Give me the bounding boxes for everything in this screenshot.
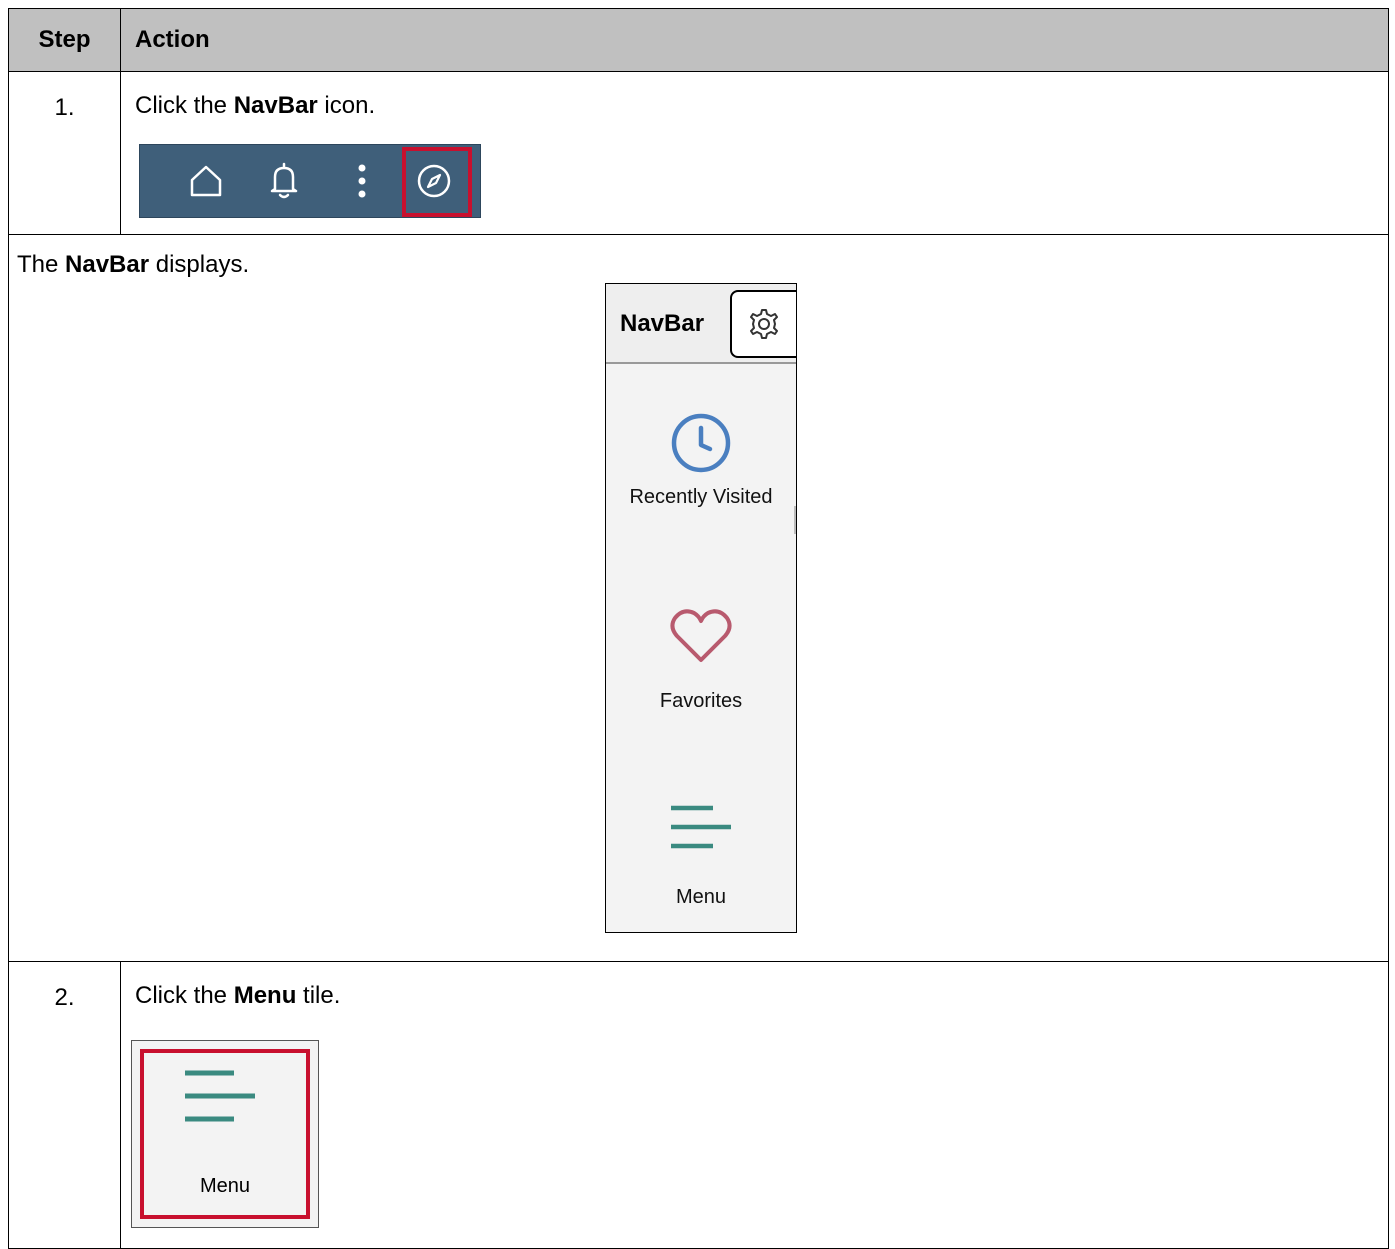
navbar-header: NavBar bbox=[606, 284, 796, 364]
navbar-item-label: Menu bbox=[675, 886, 727, 908]
instruction-text: Click the bbox=[135, 982, 234, 1009]
navbar-item-favorites[interactable]: Favorites bbox=[606, 606, 796, 713]
home-icon[interactable] bbox=[176, 145, 236, 217]
divider bbox=[794, 506, 796, 534]
navbar-item-recently-visited[interactable]: Recently Visited bbox=[606, 412, 796, 509]
action-header: Action bbox=[120, 8, 1389, 72]
info-text: The NavBar displays. bbox=[9, 235, 1388, 279]
step-row-2: 2. Click the Menu tile. Menu bbox=[8, 961, 1389, 1249]
navbar-item-label: Favorites bbox=[659, 690, 743, 712]
highlight-box bbox=[402, 147, 472, 217]
info-row: The NavBar displays. NavBar Recently Vis… bbox=[8, 234, 1389, 962]
instruction-text: Click the bbox=[135, 92, 234, 119]
navbar-item-label: Recently Visited bbox=[629, 486, 773, 508]
instruction-text: icon. bbox=[317, 92, 376, 119]
step-number: 2. bbox=[8, 961, 121, 1249]
instruction-bold-term: NavBar bbox=[233, 92, 318, 119]
table-header-row: Step Action bbox=[8, 8, 1389, 72]
step-action-cell: Click the NavBar icon. bbox=[120, 71, 1389, 235]
highlight-box bbox=[140, 1049, 310, 1219]
info-text-part: The bbox=[17, 251, 66, 278]
heart-icon bbox=[606, 606, 796, 664]
step-number: 1. bbox=[8, 71, 121, 235]
info-bold-term: NavBar bbox=[65, 251, 150, 278]
menu-lines-icon bbox=[606, 804, 796, 850]
procedure-table: Step Action 1. Click the NavBar icon. Th… bbox=[8, 8, 1389, 1249]
clock-icon bbox=[606, 412, 796, 474]
header-toolbar bbox=[139, 144, 481, 218]
step-instruction: Click the NavBar icon. bbox=[121, 72, 1388, 120]
navbar-item-menu[interactable]: Menu bbox=[606, 804, 796, 909]
more-vertical-icon[interactable] bbox=[332, 145, 392, 217]
step-action-cell: Click the Menu tile. Menu bbox=[120, 961, 1389, 1249]
navbar-title: NavBar bbox=[620, 310, 705, 337]
step-row-1: 1. Click the NavBar icon. bbox=[8, 71, 1389, 235]
step-header: Step bbox=[8, 8, 121, 72]
menu-tile[interactable]: Menu bbox=[131, 1040, 319, 1228]
instruction-bold-term: Menu bbox=[233, 982, 297, 1009]
step-instruction: Click the Menu tile. bbox=[121, 962, 1388, 1010]
info-cell: The NavBar displays. NavBar Recently Vis… bbox=[8, 234, 1389, 962]
bell-icon[interactable] bbox=[254, 145, 314, 217]
info-text-part: displays. bbox=[149, 251, 250, 278]
navbar-panel: NavBar Recently Visited Favorites Menu bbox=[605, 283, 797, 933]
instruction-text: tile. bbox=[296, 982, 341, 1009]
gear-icon[interactable] bbox=[730, 290, 796, 358]
